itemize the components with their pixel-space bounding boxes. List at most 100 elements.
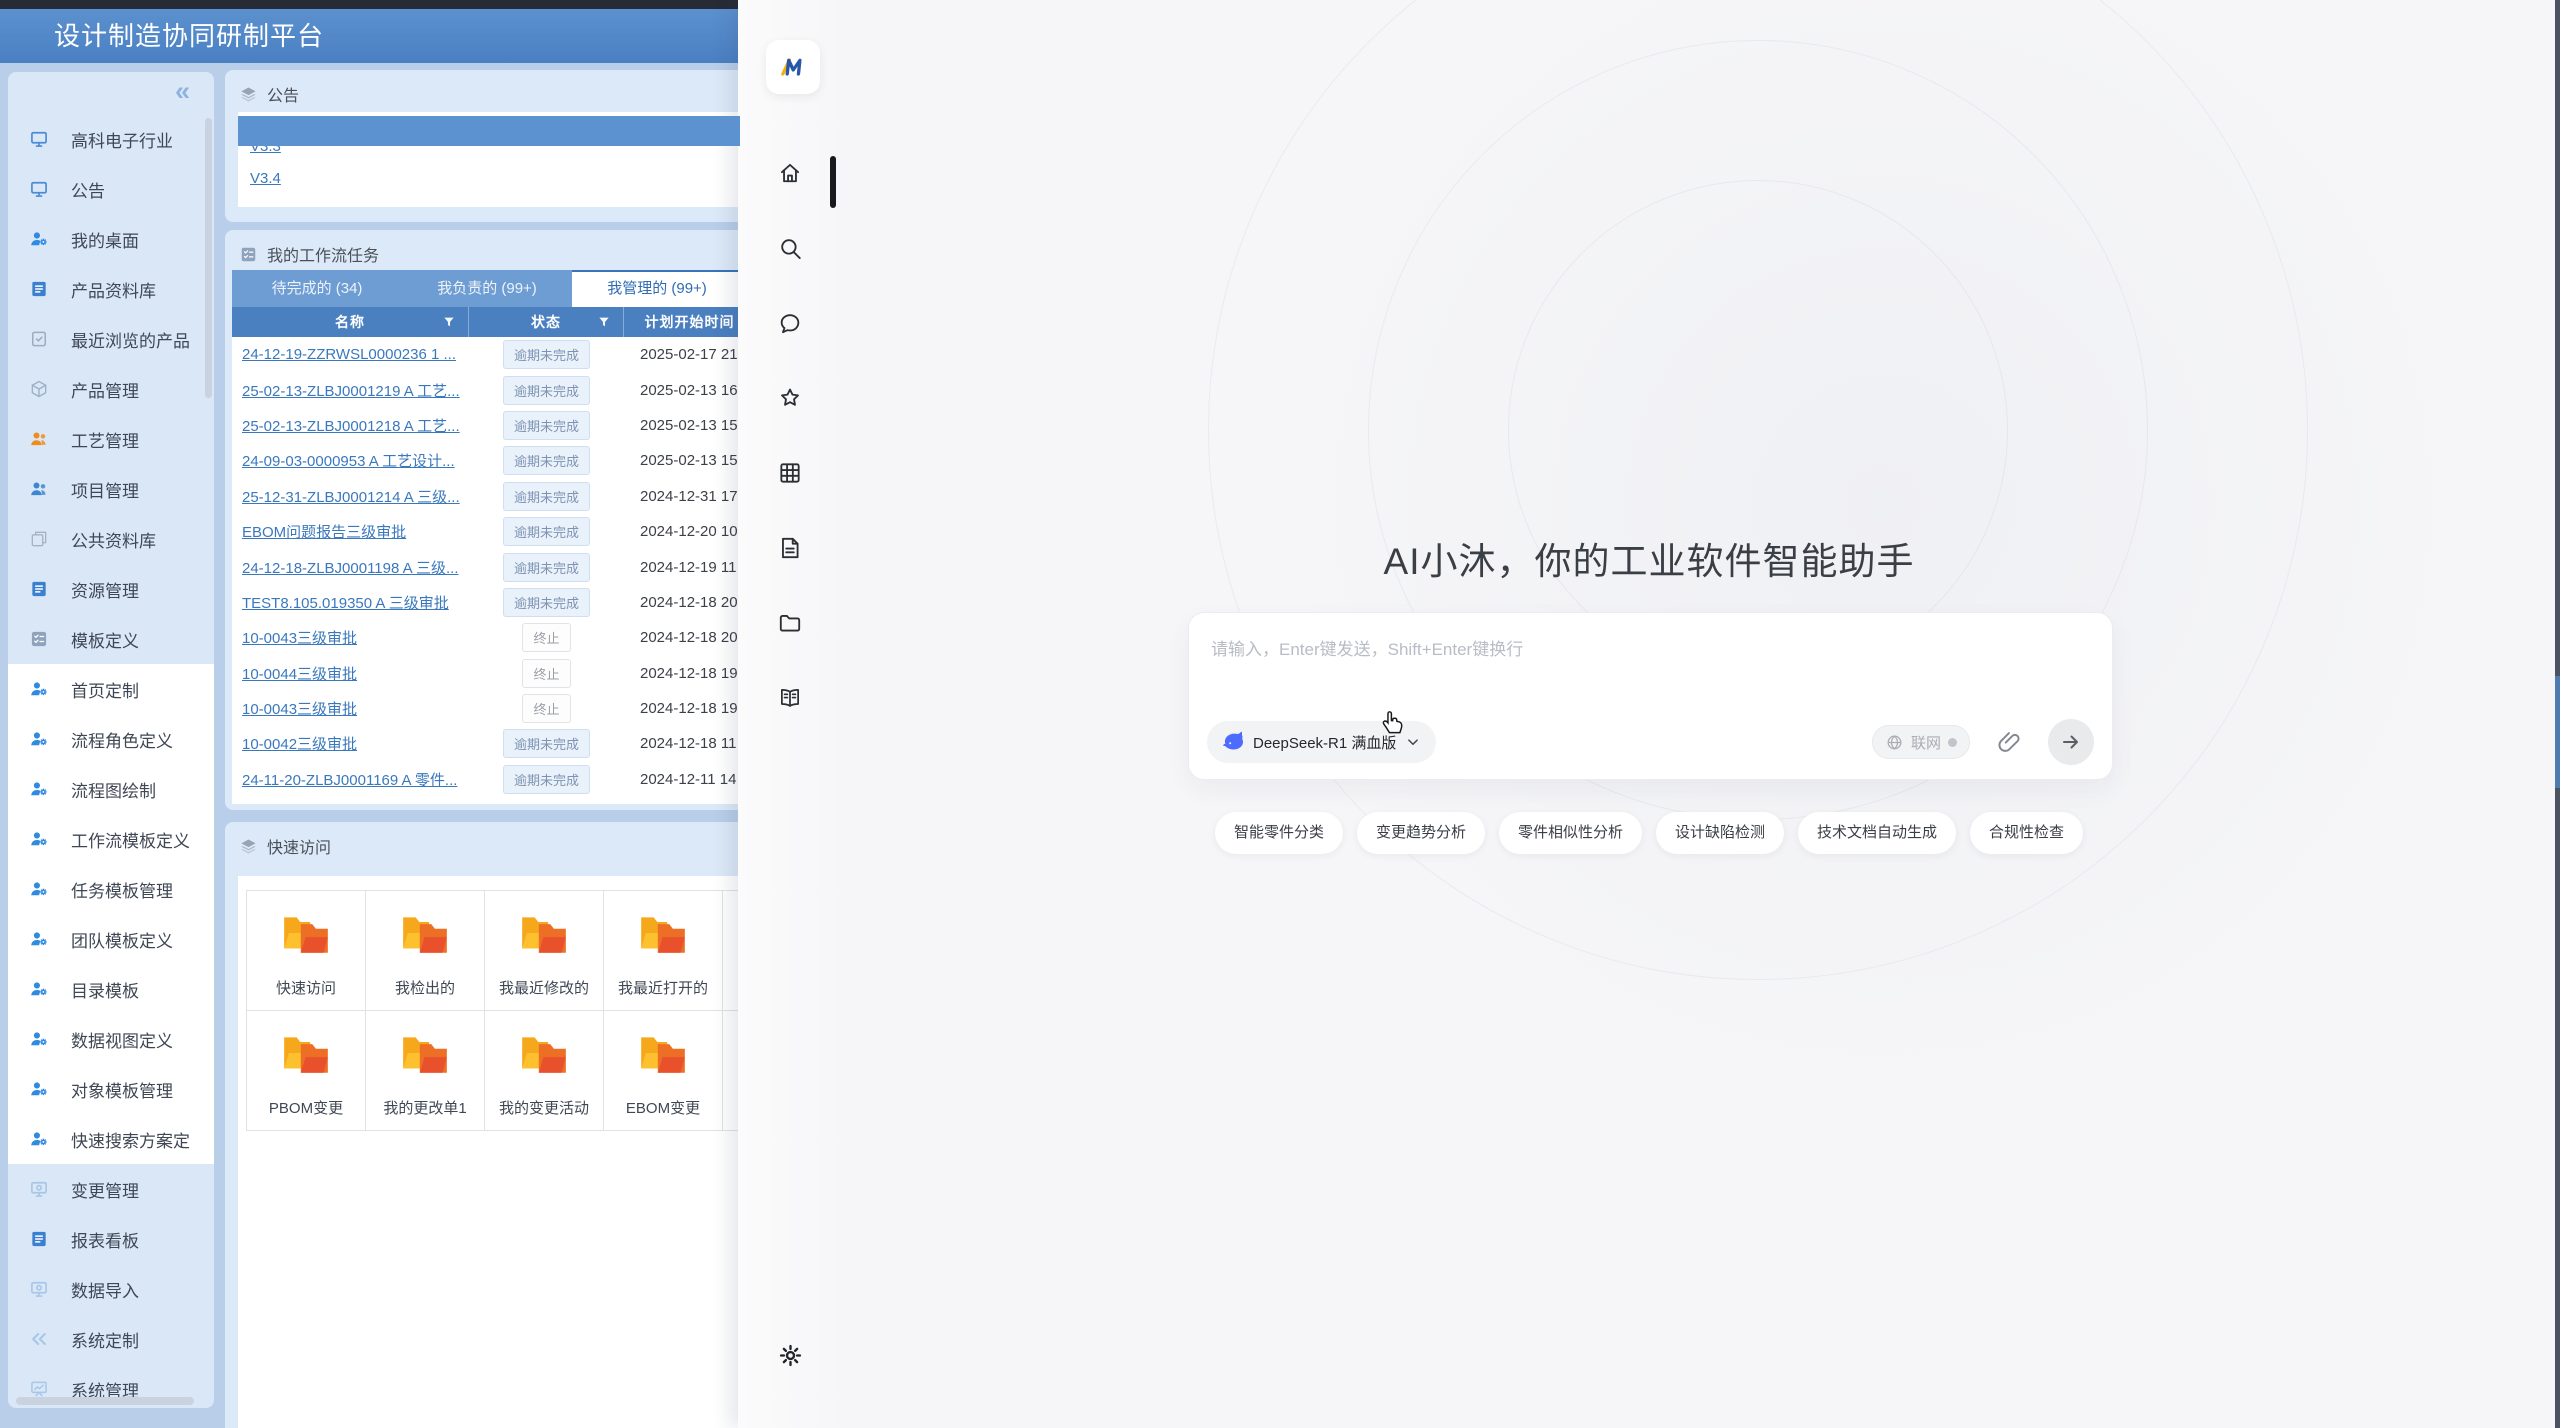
user-gear-icon: [29, 879, 49, 899]
sidebar-item[interactable]: 团队模板定义: [8, 914, 214, 964]
sidebar-item[interactable]: 数据视图定义: [8, 1014, 214, 1064]
sidebar-item[interactable]: 公告: [8, 164, 214, 214]
km-logo[interactable]: [766, 40, 820, 94]
task-name-link[interactable]: 24-09-03-0000953 A 工艺设计...: [242, 453, 455, 470]
sidebar-item[interactable]: 系统定制: [8, 1314, 214, 1364]
sidebar-item[interactable]: 模板定义: [8, 614, 214, 664]
web-search-toggle[interactable]: 联网: [1872, 725, 1970, 759]
filter-icon[interactable]: [442, 315, 456, 329]
quick-access-folder[interactable]: 我最近打开的: [604, 891, 723, 1011]
task-start-date: 2024-12-31 17: [624, 488, 740, 505]
task-name-link[interactable]: EBOM问题报告三级审批: [242, 524, 406, 541]
suggestion-chip[interactable]: 技术文档自动生成: [1798, 812, 1956, 854]
sidebar-item-label: 系统定制: [71, 1327, 139, 1352]
sidebar-item[interactable]: 流程图绘制: [8, 764, 214, 814]
chat-icon[interactable]: [777, 310, 803, 336]
sidebar-item[interactable]: 资源管理: [8, 564, 214, 614]
ai-scrollbar-thumb[interactable]: [2555, 676, 2560, 788]
task-name-link[interactable]: 10-0043三级审批: [242, 701, 357, 718]
status-badge: 逾期未完成: [503, 482, 590, 511]
task-name-link[interactable]: 25-02-13-ZLBJ0001218 A 工艺...: [242, 418, 460, 435]
sidebar-item[interactable]: 变更管理: [8, 1164, 214, 1214]
book-icon[interactable]: [777, 685, 803, 711]
status-badge: 终止: [522, 694, 570, 723]
sidebar-vertical-scrollbar[interactable]: [205, 118, 212, 398]
quick-panel-title: 快速访问: [267, 834, 331, 858]
sidebar-item[interactable]: 我的桌面: [8, 214, 214, 264]
task-name-link[interactable]: 10-0043三级审批: [242, 630, 357, 647]
suggestion-chip[interactable]: 合规性检查: [1970, 812, 2083, 854]
sidebar-item[interactable]: 高科电子行业: [8, 114, 214, 164]
quick-access-folder[interactable]: EBOM变更: [604, 1011, 723, 1131]
sidebar-item[interactable]: 工艺管理: [8, 414, 214, 464]
chat-input[interactable]: [1211, 635, 2090, 691]
status-badge: 逾期未完成: [503, 729, 590, 758]
sidebar-item-label: 高科电子行业: [71, 127, 173, 152]
task-name-link[interactable]: 24-12-19-ZZRWSL0000236 1 ...: [242, 346, 456, 363]
task-start-date: 2024-12-11 14: [624, 771, 740, 788]
sidebar-item[interactable]: 目录模板: [8, 964, 214, 1014]
task-name-link[interactable]: 10-0044三级审批: [242, 666, 357, 683]
attachment-button[interactable]: [1996, 729, 2022, 755]
task-start-date: 2025-02-17 21: [624, 346, 740, 363]
chevron-down-icon: [1404, 733, 1422, 751]
quick-access-folder[interactable]: 我检出的: [366, 891, 485, 1011]
suggestion-chip[interactable]: 零件相似性分析: [1499, 812, 1642, 854]
task-name-link[interactable]: 24-12-18-ZLBJ0001198 A 三级...: [242, 560, 459, 577]
sidebar-item[interactable]: 最近浏览的产品: [8, 314, 214, 364]
sidebar-item[interactable]: 产品管理: [8, 364, 214, 414]
task-name-link[interactable]: 10-0042三级审批: [242, 736, 357, 753]
monitor-icon: [29, 179, 49, 199]
suggestion-chip[interactable]: 变更趋势分析: [1357, 812, 1485, 854]
folder-icon[interactable]: [777, 610, 803, 636]
toggle-dot: [1948, 738, 1957, 747]
home-icon[interactable]: [777, 160, 803, 186]
task-name-link[interactable]: TEST8.105.019350 A 三级审批: [242, 595, 449, 612]
task-name-link[interactable]: 25-02-13-ZLBJ0001219 A 工艺...: [242, 383, 460, 400]
sidebar-item-label: 公共资料库: [71, 527, 156, 552]
suggestion-chip[interactable]: 智能零件分类: [1215, 812, 1343, 854]
grid-icon[interactable]: [777, 460, 803, 486]
sidebar-horizontal-scrollbar[interactable]: [16, 1397, 194, 1405]
model-selector[interactable]: DeepSeek-R1 满血版: [1207, 721, 1436, 763]
tasks-tab[interactable]: 我负责的 (99+): [402, 270, 572, 307]
send-arrow-icon: [2059, 730, 2083, 754]
sidebar-item[interactable]: 流程角色定义: [8, 714, 214, 764]
task-name-link[interactable]: 24-11-20-ZLBJ0001169 A 零件...: [242, 772, 457, 789]
sidebar-item[interactable]: 任务模板管理: [8, 864, 214, 914]
task-name-link[interactable]: 25-12-31-ZLBJ0001214 A 三级...: [242, 489, 460, 506]
announcement-panel: 公告 V3.3 V3.4: [225, 70, 740, 222]
quick-access-box: 快速访问我检出的我最近修改的我最近打开的 PBOM变更我的更改单1我的变更活动EB…: [238, 876, 740, 1428]
quick-access-folder[interactable]: PBOM变更: [247, 1011, 366, 1131]
quick-access-folder[interactable]: 快速访问: [247, 891, 366, 1011]
announcement-link[interactable]: V3.4: [250, 170, 281, 187]
tasks-tab[interactable]: 我管理的 (99+): [572, 270, 740, 307]
sidebar-item[interactable]: 工作流模板定义: [8, 814, 214, 864]
settings-gear-icon[interactable]: [777, 1342, 804, 1369]
folder-icon: [399, 911, 451, 957]
send-button[interactable]: [2048, 719, 2094, 765]
sidebar-item[interactable]: 公共资料库: [8, 514, 214, 564]
announcement-selected-row[interactable]: [238, 116, 740, 146]
sidebar-item[interactable]: 首页定制: [8, 664, 214, 714]
quick-access-folder[interactable]: 我最近修改的: [485, 891, 604, 1011]
sidebar-item[interactable]: 数据导入: [8, 1264, 214, 1314]
sidebar-item[interactable]: 快速搜索方案定: [8, 1114, 214, 1164]
filter-icon[interactable]: [597, 315, 611, 329]
sidebar-item[interactable]: 项目管理: [8, 464, 214, 514]
quick-access-folder[interactable]: 我的更改单1: [366, 1011, 485, 1131]
star-icon[interactable]: [777, 385, 803, 411]
task-row: 24-09-03-0000953 A 工艺设计...逾期未完成2025-02-1…: [232, 443, 740, 478]
sidebar-item[interactable]: 报表看板: [8, 1214, 214, 1264]
tasks-tab[interactable]: 待完成的 (34): [232, 270, 402, 307]
sidebar-item[interactable]: 产品资料库: [8, 264, 214, 314]
sidebar-item-label: 数据视图定义: [71, 1027, 173, 1052]
sidebar-collapse-button[interactable]: «: [175, 76, 190, 107]
sidebar-item[interactable]: 对象模板管理: [8, 1064, 214, 1114]
quick-access-folder[interactable]: 我的变更活动: [485, 1011, 604, 1131]
suggestion-chip[interactable]: 设计缺陷检测: [1656, 812, 1784, 854]
search-icon[interactable]: [777, 235, 803, 261]
task-start-date: 2025-02-13 16: [624, 382, 740, 399]
status-badge: 逾期未完成: [503, 553, 590, 582]
deepseek-whale-icon: [1221, 730, 1245, 754]
